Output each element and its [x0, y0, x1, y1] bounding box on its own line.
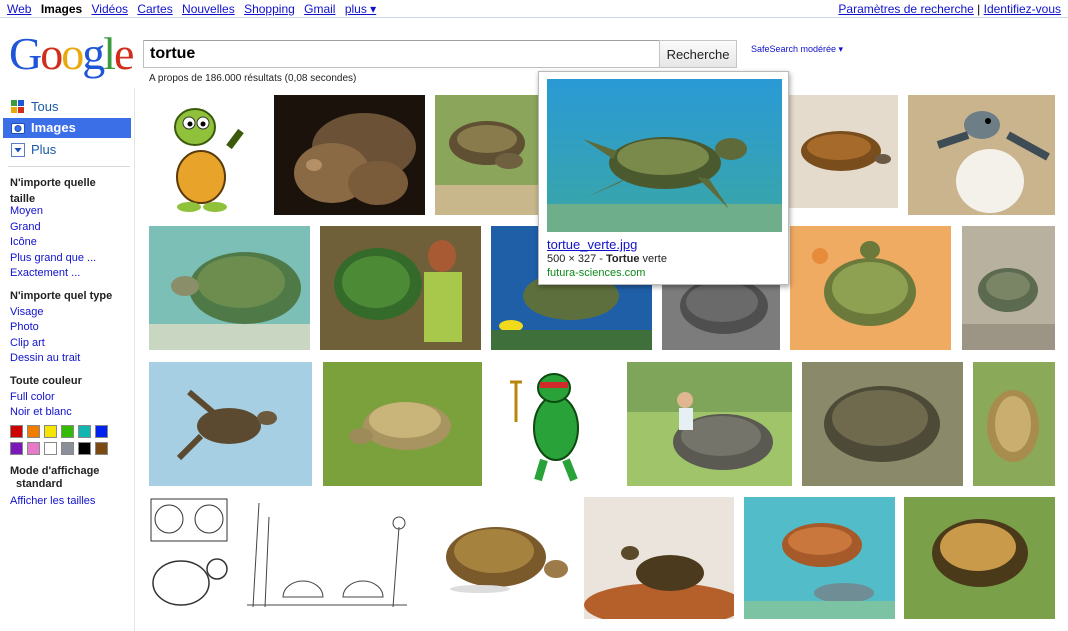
color-option-full[interactable]: Full color [10, 390, 55, 406]
display-heading-line-1: Mode d'affichage [10, 465, 100, 477]
top-links: Paramètres de recherche | Identifiez-vou… [838, 2, 1061, 16]
nav-gmail[interactable]: Gmail [304, 2, 335, 16]
google-tous-icon [11, 100, 24, 113]
size-heading-line-2: taille [10, 192, 36, 205]
search-settings-link[interactable]: Paramètres de recherche [838, 2, 973, 16]
nav-images[interactable]: Images [41, 2, 82, 16]
sidebar-item-label: Tous [31, 99, 59, 114]
size-heading[interactable]: N'importe quelle taille [10, 176, 96, 207]
sidebar-item-plus[interactable]: Plus [3, 140, 131, 160]
camera-icon [11, 123, 25, 134]
preview-dims-prefix: 500 × 327 - [547, 253, 607, 265]
display-heading[interactable]: Mode d'affichage standard [10, 465, 99, 491]
preview-site[interactable]: futura-sciences.com [547, 267, 645, 279]
type-option-clipart[interactable]: Clip art [10, 336, 45, 352]
color-swatch[interactable] [95, 442, 108, 455]
color-heading[interactable]: Toute couleur [10, 374, 82, 390]
type-option-lineart[interactable]: Dessin au trait [10, 351, 80, 367]
color-swatch[interactable] [61, 425, 74, 438]
image-result[interactable] [789, 95, 898, 208]
size-option-moyen[interactable]: Moyen [10, 204, 43, 220]
sidebar-item-label: Images [31, 120, 76, 135]
type-option-visage[interactable]: Visage [10, 305, 43, 321]
color-swatch[interactable] [61, 442, 74, 455]
nav-cartes[interactable]: Cartes [137, 2, 172, 16]
image-result[interactable] [802, 362, 963, 486]
image-result[interactable] [323, 362, 482, 486]
size-heading-line-1: N'importe quelle [10, 177, 96, 189]
image-result[interactable] [149, 497, 235, 619]
nav-divider [8, 166, 130, 167]
nav-nouvelles[interactable]: Nouvelles [182, 2, 235, 16]
size-option-larger-than[interactable]: Plus grand que ... [10, 251, 96, 267]
top-links-separator: | [977, 2, 981, 16]
sidebar-divider [134, 88, 135, 631]
color-option-bw[interactable]: Noir et blanc [10, 405, 72, 421]
color-swatch[interactable] [95, 425, 108, 438]
image-result[interactable] [274, 95, 425, 215]
display-option-sizes[interactable]: Afficher les tailles [10, 494, 95, 510]
sidebar-item-label: Plus [31, 142, 57, 157]
preview-dimensions: 500 × 327 - Tortue verte [547, 253, 667, 265]
type-option-photo[interactable]: Photo [10, 320, 39, 336]
nav-shopping[interactable]: Shopping [244, 2, 295, 16]
image-result[interactable] [744, 497, 895, 619]
image-preview-popup[interactable]: tortue_verte.jpg 500 × 327 - Tortue vert… [538, 71, 789, 285]
safesearch-dropdown[interactable]: SafeSearch modérée ▾ [751, 44, 843, 55]
search-input[interactable] [143, 40, 660, 68]
size-option-grand[interactable]: Grand [10, 220, 41, 236]
color-swatch[interactable] [27, 425, 40, 438]
size-option-icone[interactable]: Icône [10, 235, 37, 251]
nav-web[interactable]: Web [7, 2, 31, 16]
nav-plus[interactable]: plus ▾ [345, 2, 376, 16]
image-result[interactable] [962, 226, 1055, 350]
image-result[interactable] [973, 362, 1055, 486]
image-result[interactable] [149, 95, 265, 215]
image-result[interactable] [584, 497, 734, 619]
color-swatch[interactable] [78, 425, 91, 438]
image-result[interactable] [149, 226, 310, 350]
image-result[interactable] [904, 497, 1055, 619]
color-swatch[interactable] [10, 442, 23, 455]
image-result[interactable] [243, 497, 411, 619]
google-logo[interactable]: Google [9, 31, 134, 77]
color-swatch[interactable] [10, 425, 23, 438]
preview-dims-suffix: verte [639, 253, 667, 265]
display-heading-line-2: standard [16, 478, 63, 490]
image-result[interactable] [492, 362, 616, 486]
preview-filename-link[interactable]: tortue_verte.jpg [547, 237, 637, 252]
image-result[interactable] [908, 95, 1055, 215]
image-result[interactable] [320, 226, 481, 350]
preview-dims-bold: Tortue [606, 253, 640, 265]
sidebar-item-images[interactable]: Images [3, 118, 131, 138]
nav-videos[interactable]: Vidéos [92, 2, 128, 16]
color-swatch[interactable] [78, 442, 91, 455]
color-swatch[interactable] [27, 442, 40, 455]
image-result[interactable] [435, 95, 545, 215]
sidebar-item-tous[interactable]: Tous [3, 97, 131, 117]
size-option-exact[interactable]: Exactement ... [10, 266, 80, 282]
image-result[interactable] [420, 497, 575, 619]
results-count: A propos de 186.000 résultats (0,08 seco… [149, 73, 357, 84]
image-result[interactable] [627, 362, 792, 486]
color-swatch[interactable] [44, 442, 57, 455]
top-divider [0, 17, 1068, 18]
top-bar: Web Images Vidéos Cartes Nouvelles Shopp… [0, 0, 1068, 17]
search-button[interactable]: Recherche [659, 40, 737, 68]
chevron-down-icon [11, 143, 25, 157]
preview-image[interactable] [547, 79, 782, 232]
signin-link[interactable]: Identifiez-vous [984, 2, 1061, 16]
color-swatch[interactable] [44, 425, 57, 438]
top-nav: Web Images Vidéos Cartes Nouvelles Shopp… [7, 2, 382, 16]
type-heading[interactable]: N'importe quel type [10, 289, 112, 305]
image-result[interactable] [790, 226, 951, 350]
image-result[interactable] [149, 362, 312, 486]
